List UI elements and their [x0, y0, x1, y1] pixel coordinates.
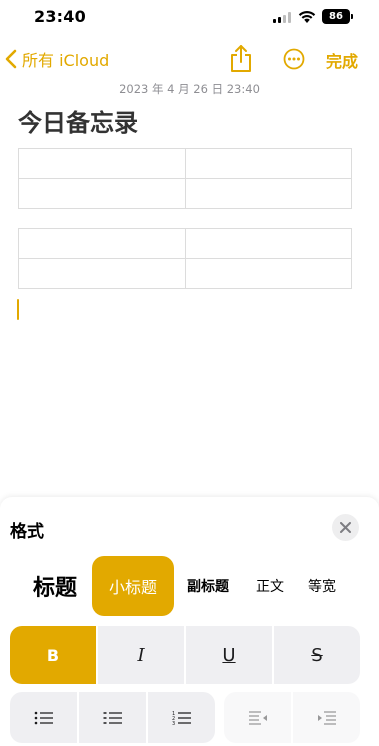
- share-icon[interactable]: [229, 44, 253, 74]
- paragraph-style-row: 标题 小标题 副标题 正文 等宽: [0, 556, 379, 616]
- close-icon: [340, 522, 351, 533]
- table-row: [18, 258, 352, 289]
- indent-button[interactable]: [293, 692, 360, 743]
- dashed-list-icon: [103, 711, 122, 724]
- bulleted-list-icon: [34, 711, 53, 724]
- note-date: 2023 年 4 月 26 日 23:40: [119, 82, 260, 96]
- close-button[interactable]: [332, 514, 359, 541]
- numbered-list-button[interactable]: 1 2 3: [148, 692, 215, 743]
- back-label: 所有 iCloud: [22, 51, 110, 70]
- bold-button[interactable]: B: [10, 626, 96, 684]
- strikethrough-label: S: [311, 644, 323, 666]
- table-row: [18, 148, 352, 179]
- table-cell[interactable]: [18, 228, 186, 259]
- style-subheading-option[interactable]: 副标题: [178, 556, 238, 616]
- bold-label: B: [46, 645, 60, 665]
- table-cell[interactable]: [184, 178, 352, 209]
- table-cell[interactable]: [18, 178, 186, 209]
- text-cursor: [17, 299, 19, 320]
- format-sheet: 格式 标题 小标题 副标题 正文 等宽 B I U S 1 2 3: [0, 497, 379, 746]
- dashed-list-button[interactable]: [79, 692, 146, 743]
- ellipsis-circle-icon[interactable]: [283, 48, 305, 70]
- table-cell[interactable]: [184, 258, 352, 289]
- text-style-buttons: B I U S: [10, 626, 360, 684]
- indent-icon: [317, 710, 336, 725]
- battery-tip: [351, 14, 353, 19]
- style-monospaced-option[interactable]: 等宽: [302, 556, 342, 616]
- numbered-list-icon: 1 2 3: [172, 711, 191, 726]
- table-row: [18, 178, 352, 209]
- done-button[interactable]: 完成: [326, 48, 358, 72]
- underline-label: U: [222, 644, 236, 666]
- cellular-signal-icon: [273, 12, 291, 23]
- note-table[interactable]: [18, 228, 352, 289]
- underline-button[interactable]: U: [186, 626, 272, 684]
- wifi-icon: [298, 11, 316, 23]
- table-cell[interactable]: [184, 228, 352, 259]
- style-title-option[interactable]: 标题: [24, 556, 86, 616]
- italic-label: I: [137, 644, 145, 666]
- sheet-title: 格式: [10, 522, 44, 542]
- table-cell[interactable]: [18, 258, 186, 289]
- bulleted-list-button[interactable]: [10, 692, 77, 743]
- style-heading-option[interactable]: 小标题: [92, 556, 174, 616]
- indent-buttons: [224, 692, 360, 743]
- strikethrough-button[interactable]: S: [274, 626, 360, 684]
- outdent-icon: [248, 710, 267, 725]
- svg-text:3: 3: [172, 721, 175, 726]
- battery-indicator: 86: [322, 9, 350, 24]
- italic-button[interactable]: I: [98, 626, 184, 684]
- table-cell[interactable]: [184, 148, 352, 179]
- outdent-button[interactable]: [224, 692, 291, 743]
- note-title[interactable]: 今日备忘录: [18, 103, 138, 138]
- note-table[interactable]: [18, 148, 352, 209]
- table-cell[interactable]: [18, 148, 186, 179]
- chevron-left-icon: [5, 49, 17, 69]
- status-time: 23:40: [34, 7, 86, 26]
- back-button[interactable]: 所有 iCloud: [0, 44, 109, 74]
- table-row: [18, 228, 352, 259]
- status-bar: 23:40 86: [0, 0, 379, 40]
- list-style-buttons: 1 2 3: [10, 692, 215, 743]
- style-body-option[interactable]: 正文: [248, 556, 292, 616]
